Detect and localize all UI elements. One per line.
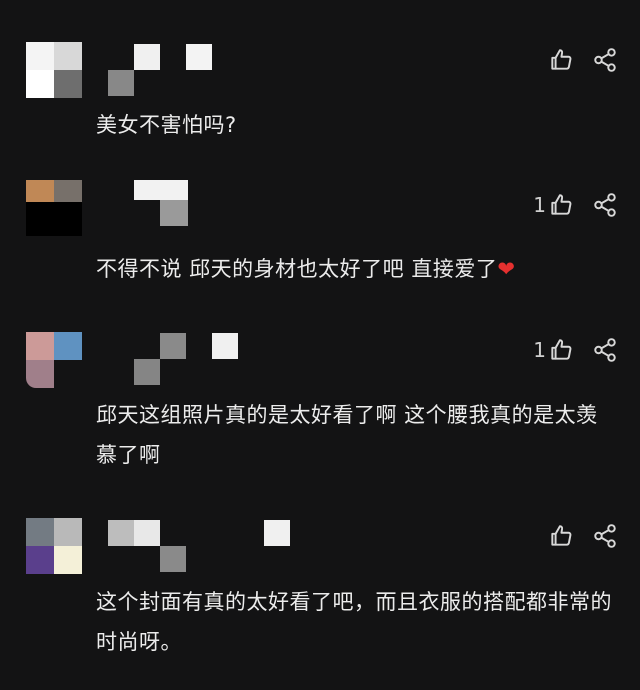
like-button[interactable] [546, 523, 574, 549]
thumbs-up-icon [551, 194, 572, 215]
thumbs-up-icon [551, 525, 572, 546]
comment-text-body: 不得不说 邱天的身材也太好了吧 直接爱了 [96, 257, 498, 281]
like-button[interactable] [546, 47, 574, 73]
avatar[interactable] [26, 332, 82, 388]
comment-actions [546, 45, 618, 75]
comment-actions: 1 [533, 335, 618, 365]
share-icon[interactable] [592, 337, 618, 363]
avatar[interactable] [26, 180, 82, 236]
like-button[interactable]: 1 [533, 337, 574, 363]
like-count: 1 [533, 338, 546, 362]
comment-text: 这个封面有真的太好看了吧，而且衣服的搭配都非常的时尚呀。 [96, 590, 612, 654]
comment-actions: 1 [533, 190, 618, 220]
heart-emoji: ❤ [497, 257, 516, 281]
comment-text: 邱天这组照片真的是太好看了啊 这个腰我真的是太羡慕了啊 [96, 403, 598, 467]
avatar[interactable] [26, 42, 82, 98]
share-icon[interactable] [592, 47, 618, 73]
share-icon[interactable] [592, 523, 618, 549]
share-icon[interactable] [592, 192, 618, 218]
like-button[interactable]: 1 [533, 192, 574, 218]
thumbs-up-icon [551, 49, 572, 70]
avatar[interactable] [26, 518, 82, 574]
comment-actions [546, 521, 618, 551]
comment-text: 不得不说 邱天的身材也太好了吧 直接爱了❤ [96, 249, 616, 289]
thumbs-up-icon [551, 339, 572, 360]
comment-text: 美女不害怕吗? [96, 113, 237, 137]
like-count: 1 [533, 193, 546, 217]
